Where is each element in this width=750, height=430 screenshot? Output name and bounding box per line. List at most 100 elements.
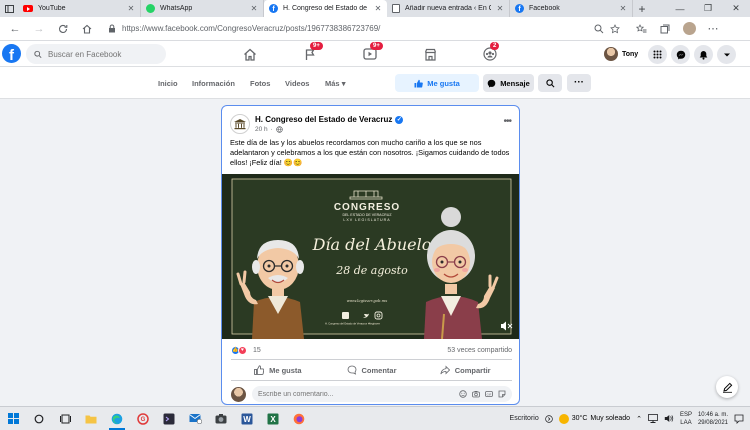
pages-tab[interactable]: 9+ bbox=[300, 42, 323, 63]
share-button[interactable]: Compartir bbox=[418, 362, 512, 378]
forward-button[interactable]: → bbox=[28, 19, 50, 39]
tab-actions-button[interactable] bbox=[0, 0, 18, 17]
like-button[interactable]: Me gusta bbox=[231, 362, 325, 378]
post-image[interactable]: CONGRESO DEL ESTADO DE VERACRUZ LXV LEGI… bbox=[222, 174, 519, 340]
volume-icon[interactable] bbox=[664, 414, 674, 423]
messenger-button[interactable] bbox=[671, 45, 690, 64]
post-time[interactable]: 20 h bbox=[255, 126, 268, 133]
favorite-star-icon[interactable] bbox=[610, 23, 620, 34]
comment-button[interactable]: Comentar bbox=[325, 362, 419, 378]
close-tab-icon[interactable]: ✕ bbox=[250, 4, 258, 13]
lock-icon bbox=[109, 24, 115, 33]
firefox-button[interactable] bbox=[286, 408, 312, 430]
collections-button[interactable] bbox=[654, 19, 676, 39]
task-view-button[interactable] bbox=[52, 408, 78, 430]
post-header: H. Congreso del Estado de Veracruz ✓ 20 … bbox=[230, 114, 513, 138]
reload-button[interactable] bbox=[52, 19, 74, 39]
notifications-button[interactable] bbox=[694, 45, 713, 64]
tab-mas[interactable]: Más ▾ bbox=[325, 79, 345, 88]
home-button[interactable] bbox=[76, 19, 98, 39]
like-page-button[interactable]: Me gusta bbox=[395, 74, 479, 92]
page-avatar[interactable] bbox=[230, 114, 250, 134]
visual-studio-button[interactable] bbox=[156, 408, 182, 430]
tab-videos[interactable]: Videos bbox=[285, 79, 309, 88]
account-button[interactable] bbox=[717, 45, 736, 64]
sun-icon bbox=[558, 413, 569, 424]
settings-menu-button[interactable]: ⋯ bbox=[702, 19, 724, 39]
tab-nueva-entrada[interactable]: Añadir nueva entrada ‹ En Co ✕ bbox=[387, 0, 510, 17]
tab-whatsapp[interactable]: WhatsApp ✕ bbox=[141, 0, 264, 17]
close-tab-icon[interactable]: ✕ bbox=[374, 4, 382, 13]
marketplace-tab[interactable] bbox=[420, 45, 440, 63]
love-reaction-icon[interactable]: ♥ bbox=[238, 345, 247, 355]
camera-app-button[interactable] bbox=[208, 408, 234, 430]
outlook-button[interactable] bbox=[182, 408, 208, 430]
close-tab-icon[interactable]: ✕ bbox=[127, 4, 135, 13]
profile-button[interactable] bbox=[678, 19, 700, 39]
tab-youtube[interactable]: YouTube ✕ bbox=[18, 0, 141, 17]
groups-tab[interactable]: 2 bbox=[480, 42, 500, 63]
chevron-up-icon[interactable]: ⌃ bbox=[636, 415, 642, 423]
app-red-button[interactable]: G bbox=[130, 408, 156, 430]
post-options-button[interactable]: ••• bbox=[503, 116, 511, 127]
input-language[interactable]: ESP LAA bbox=[680, 411, 692, 427]
new-message-button[interactable] bbox=[716, 376, 738, 398]
camera-icon[interactable] bbox=[472, 390, 480, 398]
restore-button[interactable]: ❐ bbox=[694, 0, 722, 17]
word-button[interactable]: W bbox=[234, 408, 260, 430]
facebook-logo[interactable]: f bbox=[2, 44, 21, 63]
zoom-icon[interactable] bbox=[594, 24, 604, 34]
minimize-button[interactable]: — bbox=[666, 0, 694, 17]
watch-tab[interactable]: 9+ bbox=[360, 42, 383, 63]
tab-facebook[interactable]: f Facebook ✕ bbox=[510, 0, 633, 17]
menu-button[interactable] bbox=[648, 45, 667, 64]
file-explorer-button[interactable] bbox=[78, 408, 104, 430]
search-input[interactable] bbox=[48, 49, 158, 59]
back-button[interactable]: ← bbox=[4, 19, 26, 39]
tab-title: Facebook bbox=[529, 5, 560, 12]
weather-condition: Muy soleado bbox=[590, 415, 631, 422]
edge-button[interactable] bbox=[104, 408, 130, 430]
page-more-button[interactable]: ··· bbox=[567, 74, 591, 92]
comment-box[interactable]: GIF bbox=[252, 386, 512, 402]
tab-fotos[interactable]: Fotos bbox=[250, 79, 270, 88]
tab-informacion[interactable]: Información bbox=[192, 79, 235, 88]
favorites-button[interactable] bbox=[630, 19, 652, 39]
more-icon: ··· bbox=[574, 77, 584, 88]
message-button[interactable]: Mensaje bbox=[483, 74, 534, 92]
chevron-right-icon[interactable] bbox=[544, 414, 553, 423]
comment-input[interactable] bbox=[258, 390, 454, 398]
close-tab-icon[interactable]: ✕ bbox=[619, 4, 627, 13]
tab-congreso-veracruz[interactable]: f H. Congreso del Estado de Vera ✕ bbox=[264, 0, 387, 17]
network-icon[interactable] bbox=[648, 414, 658, 423]
weather-widget[interactable]: 30°C Muy soleado bbox=[558, 413, 631, 424]
facebook-icon: f bbox=[269, 4, 278, 13]
new-tab-button[interactable]: + bbox=[633, 0, 651, 17]
facebook-search[interactable] bbox=[26, 44, 166, 64]
gif-icon[interactable]: GIF bbox=[485, 390, 493, 398]
desktop-toolbar[interactable]: Escritorio bbox=[510, 415, 539, 422]
chevron-down-icon bbox=[723, 53, 730, 56]
start-button[interactable] bbox=[0, 408, 26, 430]
page-search-button[interactable] bbox=[538, 74, 562, 92]
share-count[interactable]: 53 veces compartido bbox=[447, 347, 512, 354]
url-field[interactable]: https://www.facebook.com/CongresoVeracru… bbox=[100, 20, 628, 38]
emoji-icon[interactable] bbox=[459, 390, 467, 398]
avatar bbox=[604, 47, 618, 61]
excel-button[interactable]: X bbox=[260, 408, 286, 430]
globe-icon bbox=[276, 126, 283, 133]
tab-inicio[interactable]: Inicio bbox=[158, 79, 178, 88]
close-tab-icon[interactable]: ✕ bbox=[496, 4, 504, 13]
search-taskbar-button[interactable] bbox=[26, 408, 52, 430]
post-author[interactable]: H. Congreso del Estado de Veracruz ✓ bbox=[255, 115, 404, 124]
home-tab[interactable] bbox=[240, 45, 260, 63]
sticker-icon[interactable] bbox=[498, 390, 506, 398]
reaction-count[interactable]: 15 bbox=[253, 347, 261, 354]
notification-center-icon[interactable] bbox=[734, 414, 744, 424]
mail-icon bbox=[188, 414, 202, 424]
profile-chip[interactable]: Tony bbox=[600, 45, 642, 63]
close-window-button[interactable]: ✕ bbox=[722, 0, 750, 17]
clock[interactable]: 10:46 a. m. 29/08/2021 bbox=[698, 411, 728, 427]
svg-text:W: W bbox=[243, 415, 251, 424]
divider bbox=[231, 359, 512, 360]
